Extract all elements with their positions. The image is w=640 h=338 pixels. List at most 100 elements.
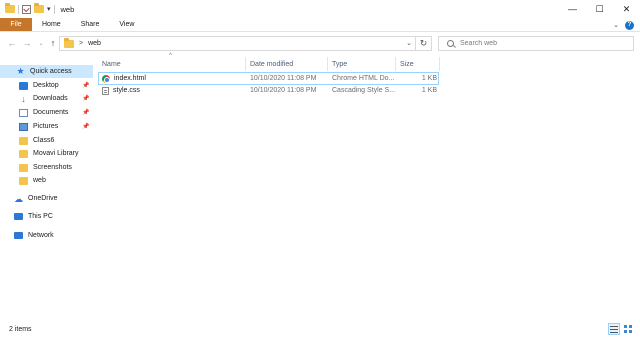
- sidebar-item-label: Screenshots: [33, 164, 72, 171]
- sidebar-item-downloads[interactable]: ↓ Downloads: [0, 92, 68, 105]
- folder-icon: [64, 37, 74, 48]
- pictures-icon: [19, 122, 28, 131]
- breadcrumb-separator[interactable]: >: [79, 40, 83, 47]
- folder-icon: [19, 149, 28, 158]
- file-name-cell: style.css: [102, 85, 246, 96]
- expand-ribbon-chevron-icon[interactable]: ⌄: [613, 21, 619, 29]
- item-count: 2 items: [9, 325, 32, 333]
- sidebar-item-label: Pictures: [33, 123, 59, 130]
- chrome-icon: [102, 74, 110, 83]
- sidebar-item-onedrive[interactable]: ☁ OneDrive: [0, 192, 58, 205]
- sidebar-item-network[interactable]: Network: [0, 229, 54, 242]
- sidebar-item-movavi-library[interactable]: Movavi Library: [0, 147, 79, 160]
- status-bar: 2 items: [0, 320, 640, 338]
- sidebar-item-desktop[interactable]: Desktop: [0, 79, 59, 92]
- folder-icon: [19, 176, 28, 185]
- refresh-icon: ↻: [419, 38, 428, 48]
- ribbon-right-controls: ⌄ ?: [613, 18, 634, 32]
- window-title: web: [60, 4, 75, 14]
- sidebar-item-documents[interactable]: Documents: [0, 106, 68, 119]
- properties-icon[interactable]: [22, 4, 31, 14]
- table-row[interactable]: index.html 10/10/2020 11:08 PM Chrome HT…: [98, 72, 439, 85]
- details-view-icon: [610, 325, 618, 333]
- sidebar-item-pictures[interactable]: Pictures: [0, 120, 58, 133]
- sidebar-item-label: web: [33, 177, 46, 184]
- file-type: Chrome HTML Do...: [332, 75, 395, 82]
- pin-icon[interactable]: 📌: [82, 95, 89, 102]
- file-name: style.css: [113, 87, 140, 94]
- navigation-pane: ★ Quick access Desktop 📌 ↓ Downloads 📌 D…: [0, 56, 93, 320]
- view-switcher: [608, 323, 634, 335]
- forward-arrow-icon[interactable]: →: [20, 36, 34, 50]
- ribbon-tabs: File Home Share View ⌄ ?: [0, 18, 640, 32]
- new-folder-icon[interactable]: [34, 3, 44, 13]
- file-date: 10/10/2020 11:08 PM: [250, 87, 317, 94]
- search-icon: [447, 40, 454, 47]
- details-view-button[interactable]: [608, 323, 620, 335]
- quick-access-toolbar: ▾: [0, 0, 55, 18]
- sidebar-item-this-pc[interactable]: This PC: [0, 210, 53, 223]
- column-header-type[interactable]: Type: [328, 56, 395, 72]
- file-type: Cascading Style S...: [332, 87, 396, 94]
- close-button[interactable]: ✕: [613, 0, 640, 18]
- css-file-icon: [102, 86, 109, 95]
- large-icons-view-icon: [624, 325, 632, 333]
- divider: [18, 4, 19, 14]
- table-row[interactable]: style.css 10/10/2020 11:08 PM Cascading …: [98, 85, 439, 98]
- sidebar-item-label: Desktop: [33, 82, 59, 89]
- customize-toolbar-chevron-icon[interactable]: ▾: [47, 5, 51, 13]
- sidebar-item-label: Documents: [33, 109, 69, 116]
- sidebar-item-label: Quick access: [30, 68, 72, 75]
- large-icons-view-button[interactable]: [622, 323, 634, 335]
- column-header-date-modified[interactable]: Date modified: [246, 56, 327, 72]
- file-name: index.html: [114, 75, 146, 82]
- column-divider[interactable]: [439, 57, 440, 71]
- address-bar[interactable]: > web ⌄: [59, 36, 416, 51]
- file-date: 10/10/2020 11:08 PM: [250, 75, 317, 82]
- file-size: 1 KB: [421, 75, 437, 82]
- tab-file[interactable]: File: [0, 18, 32, 31]
- file-list: ^ Name Date modified Type Size index.htm…: [98, 53, 640, 320]
- cloud-icon: ☁: [14, 193, 23, 204]
- divider: [53, 4, 55, 14]
- search-input[interactable]: [460, 40, 610, 47]
- pin-icon[interactable]: 📌: [82, 82, 89, 89]
- breadcrumb-web[interactable]: web: [88, 40, 101, 47]
- refresh-button[interactable]: ↻: [416, 36, 432, 51]
- sidebar-item-label: Network: [28, 232, 54, 239]
- star-icon: ★: [16, 66, 25, 76]
- sidebar-item-quick-access[interactable]: ★ Quick access: [0, 65, 93, 78]
- sidebar-item-label: Movavi Library: [33, 150, 79, 157]
- sidebar-item-web[interactable]: web: [0, 174, 46, 187]
- title-bar: ▾ web — ☐ ✕: [0, 0, 640, 18]
- minimize-button[interactable]: —: [559, 0, 586, 18]
- sidebar-item-screenshots[interactable]: Screenshots: [0, 161, 72, 174]
- tab-view[interactable]: View: [109, 18, 144, 31]
- sidebar-item-label: This PC: [28, 213, 53, 220]
- tab-home[interactable]: Home: [32, 18, 71, 31]
- folder-icon: [19, 163, 28, 172]
- download-icon: ↓: [21, 93, 26, 104]
- pc-icon: [14, 213, 23, 220]
- folder-icon: [5, 3, 15, 13]
- column-header-name[interactable]: Name: [98, 56, 245, 72]
- column-header-size[interactable]: Size: [396, 56, 439, 72]
- help-icon[interactable]: ?: [625, 20, 634, 30]
- search-box[interactable]: [438, 36, 634, 51]
- up-arrow-icon[interactable]: ↑: [46, 36, 60, 50]
- desktop-icon: [19, 81, 28, 90]
- sidebar-item-label: Class6: [33, 137, 55, 144]
- window-controls: — ☐ ✕: [559, 0, 640, 18]
- tab-share[interactable]: Share: [71, 18, 110, 31]
- back-arrow-icon[interactable]: ←: [5, 36, 19, 50]
- sidebar-item-label: Downloads: [33, 95, 68, 102]
- address-dropdown-chevron-icon[interactable]: ⌄: [406, 39, 412, 47]
- pin-icon[interactable]: 📌: [82, 109, 89, 116]
- folder-icon: [19, 136, 28, 145]
- maximize-button[interactable]: ☐: [586, 0, 613, 18]
- pin-icon[interactable]: 📌: [82, 123, 89, 130]
- sidebar-item-class6[interactable]: Class6: [0, 134, 54, 147]
- network-icon: [14, 232, 23, 239]
- documents-icon: [19, 108, 28, 117]
- file-size: 1 KB: [421, 87, 437, 94]
